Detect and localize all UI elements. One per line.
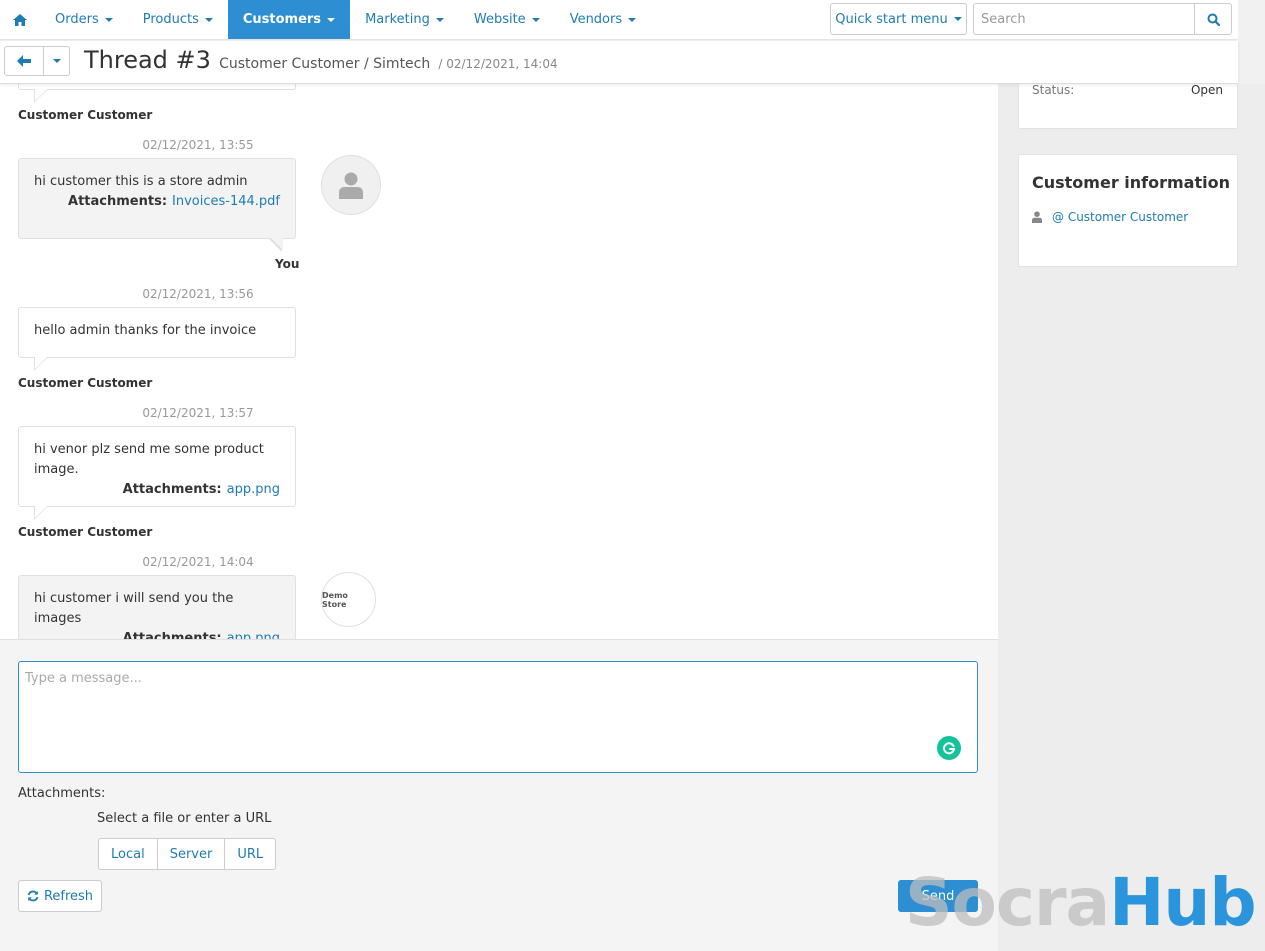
bubble-tail <box>35 89 47 101</box>
customer-row: @ Customer Customer <box>1032 210 1188 224</box>
customer-info-title: Customer information <box>1032 173 1230 192</box>
nav-vendors[interactable]: Vendors <box>555 0 651 39</box>
attachments-label: Attachments: <box>122 631 222 639</box>
attachments-label: Attachments: <box>122 482 222 497</box>
message-author: You <box>275 257 300 271</box>
status-row: Status: Open <box>1032 83 1223 97</box>
right-sidebar: Status: Open Customer information @ Cust… <box>998 76 1265 951</box>
back-button[interactable] <box>4 46 44 76</box>
message-bubble: hi customer this is a store admin Attach… <box>18 158 296 239</box>
nav-customers[interactable]: Customers <box>227 0 351 39</box>
watermark-logo: SocraHub <box>905 870 1257 936</box>
back-button-group <box>4 46 70 76</box>
url-file-button[interactable]: URL <box>225 838 277 870</box>
message-text: hi venor plz send me some product image. <box>34 442 264 477</box>
avatar <box>321 155 381 215</box>
message-timestamp: 02/12/2021, 14:04 <box>142 555 254 569</box>
caret-down-icon <box>435 17 444 22</box>
nav-orders[interactable]: Orders <box>40 0 128 39</box>
bubble-tail <box>35 357 47 369</box>
page-date: / 02/12/2021, 14:04 <box>438 57 558 71</box>
caret-down-icon <box>104 17 113 22</box>
caret-down-icon <box>953 17 962 21</box>
status-label: Status: <box>1032 83 1075 97</box>
message-timestamp: 02/12/2021, 13:57 <box>142 406 254 420</box>
message-bubble: hi customer i will send you the images A… <box>18 575 296 639</box>
bubble-tail <box>35 506 47 518</box>
store-logo-avatar: Demo Store <box>321 572 376 627</box>
page-title: Thread #3 <box>84 46 211 74</box>
message-timestamp: 02/12/2021, 13:55 <box>142 138 254 152</box>
bubble-tail <box>271 238 283 250</box>
refresh-label: Refresh <box>43 888 94 904</box>
arrow-left-icon <box>17 55 31 67</box>
refresh-icon <box>27 890 39 902</box>
nav-website-label: Website <box>473 12 526 27</box>
message-author: Customer Customer <box>18 376 153 390</box>
message-author: Customer Customer <box>18 108 153 122</box>
nav-products[interactable]: Products <box>128 0 228 39</box>
file-source-buttons: Local Server URL <box>98 838 277 870</box>
back-dropdown-button[interactable] <box>44 46 70 76</box>
message-attachments: Attachments: app.png <box>34 629 280 639</box>
home-icon[interactable] <box>0 0 40 39</box>
store-logo-text: Demo Store <box>322 590 348 609</box>
attachment-link[interactable]: Invoices-144.pdf <box>172 194 280 209</box>
message-bubble <box>18 84 296 90</box>
user-icon <box>1032 211 1042 223</box>
caret-down-icon <box>628 17 637 22</box>
quick-start-label: Quick start menu <box>835 11 948 27</box>
page-subtitle: Customer Customer / Simtech <box>219 56 431 72</box>
attachments-label: Attachments: <box>18 786 106 801</box>
page-header: Thread #3 Customer Customer / Simtech / … <box>0 41 1238 84</box>
reply-form: Attachments: Select a file or enter a UR… <box>0 639 998 951</box>
attachments-label: Attachments: <box>68 194 168 209</box>
watermark-part2: Hub <box>1109 864 1256 941</box>
grammarly-icon[interactable] <box>937 736 961 760</box>
caret-down-icon <box>204 17 213 22</box>
caret-down-icon <box>327 17 336 22</box>
local-file-button[interactable]: Local <box>98 838 158 870</box>
nav-vendors-label: Vendors <box>569 12 623 27</box>
message-input[interactable] <box>18 661 978 773</box>
refresh-button[interactable]: Refresh <box>18 880 102 912</box>
nav-website[interactable]: Website <box>459 0 555 39</box>
message-attachments: Attachments: Invoices-144.pdf <box>34 192 280 212</box>
user-icon <box>339 172 363 199</box>
search-icon <box>1207 13 1220 26</box>
message-text: hello admin thanks for the invoice <box>34 323 257 338</box>
server-file-button[interactable]: Server <box>157 838 226 870</box>
nav-orders-label: Orders <box>55 12 99 27</box>
title-block: Thread #3 Customer Customer / Simtech / … <box>84 46 558 74</box>
watermark-part1: Socra <box>905 864 1110 941</box>
nav-marketing[interactable]: Marketing <box>350 0 459 39</box>
attachment-link[interactable]: app.png <box>227 482 280 497</box>
search-group <box>973 3 1232 35</box>
message-thread: Customer Customer 02/12/2021, 13:55 hi c… <box>0 84 998 639</box>
message-text: hi customer i will send you the images <box>34 591 234 626</box>
message-bubble: hi venor plz send me some product image.… <box>18 426 296 507</box>
quick-start-menu-button[interactable]: Quick start menu <box>830 3 967 35</box>
nav-customers-label: Customers <box>242 12 322 27</box>
nav-products-label: Products <box>142 12 199 27</box>
status-value: Open <box>1190 83 1223 97</box>
search-button[interactable] <box>1194 3 1232 35</box>
select-file-label: Select a file or enter a URL <box>97 811 272 826</box>
message-author: Customer Customer <box>18 525 153 539</box>
message-text: hi customer this is a store admin <box>34 174 248 189</box>
attachment-link[interactable]: app.png <box>227 631 280 639</box>
search-input[interactable] <box>973 3 1194 35</box>
nav-marketing-label: Marketing <box>365 12 430 27</box>
customer-info-card: Customer information @ Customer Customer <box>1018 154 1238 267</box>
message-bubble: hello admin thanks for the invoice <box>18 307 296 358</box>
caret-down-icon <box>531 17 540 22</box>
customer-link[interactable]: @ Customer Customer <box>1052 210 1188 224</box>
caret-down-icon <box>52 59 61 63</box>
message-timestamp: 02/12/2021, 13:56 <box>142 287 254 301</box>
message-attachments: Attachments: app.png <box>34 480 280 500</box>
